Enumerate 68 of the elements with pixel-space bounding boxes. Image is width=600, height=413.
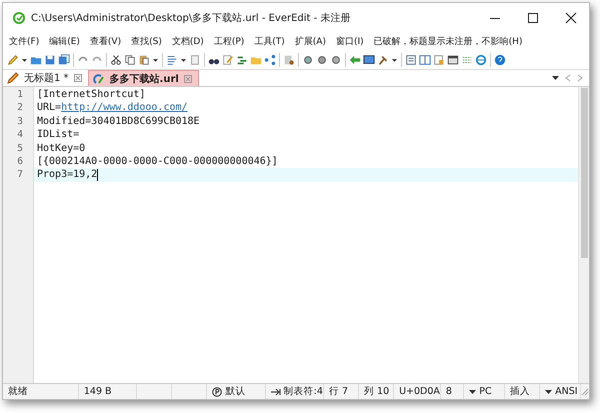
text-cursor: [97, 169, 98, 182]
window-title: C:\Users\Administrator\Desktop\多多下载站.url - EverEdit - 未注册: [31, 12, 352, 25]
vertical-scrollbar[interactable]: [578, 87, 589, 383]
status-text: 制表符:4: [284, 385, 323, 398]
code-text: URL=: [37, 101, 62, 115]
line-number: 5: [16, 142, 24, 155]
menu-item[interactable]: 文档(D): [172, 35, 204, 48]
menu-item[interactable]: 工程(P): [214, 35, 244, 48]
menu-item[interactable]: 查找(S): [131, 35, 162, 48]
line-number: 1: [16, 88, 24, 102]
resize-grip-icon[interactable]: [581, 388, 589, 396]
help-icon[interactable]: [494, 54, 506, 66]
columns-icon[interactable]: [419, 54, 431, 66]
status-text: 149 B: [84, 386, 112, 397]
scissors-icon[interactable]: [110, 54, 122, 66]
menu-item[interactable]: 查看(V): [90, 35, 122, 48]
code-text: [InternetShortcut]: [37, 88, 146, 102]
tab-arrow-icon: [270, 388, 281, 396]
menu-item[interactable]: 编辑(E): [49, 35, 80, 48]
paste-icon[interactable]: [138, 54, 150, 66]
scrollbar-thumb[interactable]: [580, 88, 588, 258]
link-file-icon: [92, 72, 105, 84]
list-icon[interactable]: [166, 54, 178, 66]
line-number: 3: [16, 114, 24, 128]
status-text: 8: [446, 386, 452, 397]
save-all-icon[interactable]: [58, 54, 70, 66]
status-dropdown[interactable]: ANSI: [555, 386, 578, 397]
close-icon[interactable]: [565, 12, 577, 24]
menu-item[interactable]: 文件(F): [9, 35, 40, 48]
caret-icon[interactable]: [469, 388, 476, 394]
line-number: 2: [16, 101, 24, 115]
status-text: 行 7: [329, 385, 348, 398]
file-tab[interactable]: 无标题1 *: [3, 70, 88, 86]
app-logo-icon: [13, 12, 25, 24]
menu-item[interactable]: 扩展(A): [294, 35, 326, 48]
caret-icon[interactable]: [552, 74, 559, 82]
status-text: 插入: [510, 385, 530, 398]
menu-item[interactable]: 工具(T): [254, 35, 285, 48]
menu-item[interactable]: 窗口(I): [336, 35, 364, 48]
status-dropdown[interactable]: PC: [479, 386, 492, 397]
status-text: 默认: [225, 385, 246, 398]
status-text: U+0D0A: [399, 386, 440, 397]
code-text: Prop3=19,2: [37, 168, 98, 182]
share-icon[interactable]: [264, 54, 276, 66]
code-text: IDList=: [37, 128, 80, 142]
file-tab[interactable]: 多多下载站.url: [88, 70, 199, 86]
code-text: Modified=30401BD8C699CB018E: [37, 114, 200, 128]
window-icon[interactable]: [447, 54, 459, 66]
replace-icon[interactable]: [236, 54, 248, 66]
hammer-icon[interactable]: [377, 54, 389, 66]
list-view-icon[interactable]: [405, 54, 417, 66]
line-number: 7: [16, 168, 24, 182]
pencil-icon: [7, 72, 19, 84]
url-link[interactable]: http://www.ddooo.com/: [61, 101, 188, 115]
code-text: [{000214A0-0000-0000-C000-000000000046}]: [37, 154, 278, 168]
line-number: 6: [16, 154, 24, 168]
monitor-icon[interactable]: [363, 54, 375, 66]
status-text: 列 10: [364, 385, 390, 398]
copy-icon[interactable]: [124, 54, 136, 66]
pencil-icon[interactable]: [7, 54, 19, 66]
maximize-icon[interactable]: [527, 12, 539, 24]
save-icon[interactable]: [44, 54, 56, 66]
menu-item[interactable]: 已破解，标题显示未注册，不影响(H): [374, 35, 522, 48]
status-text: 就绪: [8, 385, 28, 398]
p-circle-icon: [212, 386, 222, 396]
caret-icon[interactable]: [545, 388, 552, 394]
line-number: 4: [16, 128, 24, 142]
code-text: HotKey=0: [37, 142, 86, 155]
